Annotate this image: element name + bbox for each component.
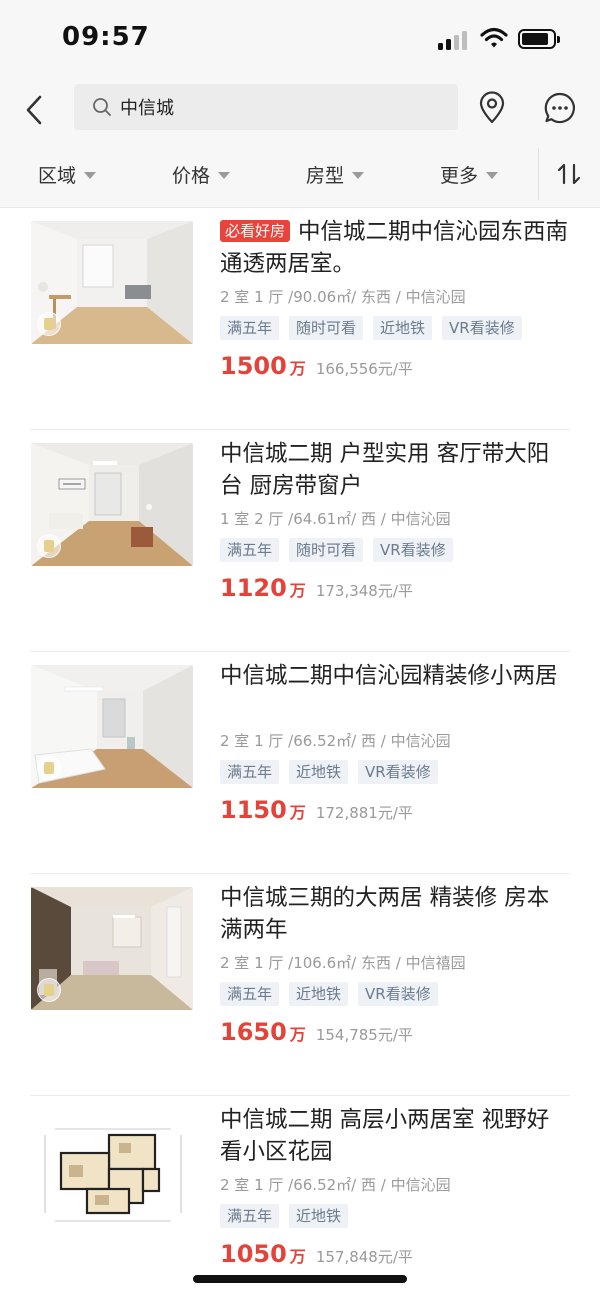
listing-tags: 满五年 随时可看 VR看装修 bbox=[220, 538, 453, 562]
listing-title: 中信城二期 高层小两居室 视野好 看小区花园 bbox=[220, 1107, 550, 1165]
listing-info: 2 室 1 厅 /66.52㎡/ 西 / 中信沁园 bbox=[220, 1176, 451, 1194]
filter-area[interactable]: 区域 bbox=[38, 140, 97, 208]
sort-button[interactable] bbox=[552, 156, 586, 192]
listing-info: 1 室 2 厅 /64.61㎡/ 西 / 中信沁园 bbox=[220, 510, 451, 528]
listing-photo bbox=[31, 887, 193, 1010]
filter-price[interactable]: 价格 bbox=[172, 140, 231, 208]
filter-label: 更多 bbox=[440, 164, 479, 187]
location-button[interactable] bbox=[476, 90, 508, 126]
chevron-left-icon bbox=[26, 95, 42, 125]
listing-tag: 近地铁 bbox=[373, 316, 433, 340]
filter-label: 价格 bbox=[172, 164, 211, 187]
filter-layout[interactable]: 房型 bbox=[306, 140, 365, 208]
listing-photo bbox=[31, 443, 193, 566]
status-bar: 09:57 bbox=[0, 0, 600, 80]
wifi-icon bbox=[480, 27, 508, 53]
price-unit: 万 bbox=[289, 359, 306, 378]
listing-tags: 满五年 近地铁 VR看装修 bbox=[220, 982, 438, 1006]
total-price: 1500 bbox=[220, 352, 287, 380]
listing-tag: VR看装修 bbox=[358, 982, 438, 1006]
back-button[interactable] bbox=[18, 90, 50, 130]
caret-down-icon bbox=[84, 171, 97, 179]
filter-label: 房型 bbox=[306, 164, 345, 187]
listing-tags: 满五年 近地铁 VR看装修 bbox=[220, 760, 438, 784]
listing-title: 中信城二期 户型实用 客厅带大阳台 厨房带窗户 bbox=[220, 441, 550, 499]
listing-tag: 满五年 bbox=[220, 760, 280, 784]
unit-price: 166,556元/平 bbox=[315, 360, 413, 378]
sort-updown-icon bbox=[557, 163, 581, 185]
price-row: 1650 万 154,785元/平 bbox=[220, 1018, 413, 1046]
caret-down-icon bbox=[218, 171, 231, 179]
map-pin-icon bbox=[479, 91, 505, 124]
search-input[interactable]: 中信城 bbox=[74, 84, 458, 130]
listing-tag: VR看装修 bbox=[442, 316, 522, 340]
listing-info: 2 室 1 厅 /90.06㎡/ 东西 / 中信沁园 bbox=[220, 288, 466, 306]
caret-down-icon bbox=[486, 171, 499, 179]
listing-photo bbox=[31, 665, 193, 788]
listing-tag: 满五年 bbox=[220, 316, 280, 340]
cellular-signal-icon bbox=[438, 30, 470, 50]
price-row: 1120 万 173,348元/平 bbox=[220, 574, 413, 602]
listing-item[interactable]: 中信城二期 高层小两居室 视野好 看小区花园 2 室 1 厅 /66.52㎡/ … bbox=[0, 1096, 600, 1298]
chat-bubble-icon bbox=[544, 92, 575, 124]
listing-tag: 随时可看 bbox=[289, 316, 364, 340]
vr-icon bbox=[37, 978, 61, 1002]
listing-tags: 满五年 随时可看 近地铁 VR看装修 bbox=[220, 316, 522, 340]
price-unit: 万 bbox=[289, 581, 306, 600]
listing-tag: 满五年 bbox=[220, 1204, 280, 1228]
total-price: 1050 bbox=[220, 1240, 287, 1268]
vr-icon bbox=[37, 312, 61, 336]
floor-plan-photo bbox=[31, 1109, 193, 1232]
listing-tag: 近地铁 bbox=[289, 982, 349, 1006]
listing-item[interactable]: 中信城三期的大两居 精装修 房本满两年 2 室 1 厅 /106.6㎡/ 东西 … bbox=[0, 874, 600, 1096]
listing-item[interactable]: 中信城二期 户型实用 客厅带大阳台 厨房带窗户 1 室 2 厅 /64.61㎡/… bbox=[0, 430, 600, 652]
listing-photo bbox=[31, 221, 193, 344]
listing-tags: 满五年 近地铁 bbox=[220, 1204, 349, 1228]
price-unit: 万 bbox=[289, 1247, 306, 1266]
home-indicator[interactable] bbox=[193, 1275, 407, 1283]
filter-bar: 区域 价格 房型 更多 bbox=[0, 140, 600, 208]
listing-tag: 近地铁 bbox=[289, 1204, 349, 1228]
status-time: 09:57 bbox=[62, 22, 150, 52]
filter-more[interactable]: 更多 bbox=[440, 140, 499, 208]
total-price: 1150 bbox=[220, 796, 287, 824]
nav-bar: 中信城 bbox=[0, 80, 600, 140]
caret-down-icon bbox=[352, 171, 365, 179]
search-icon bbox=[92, 96, 114, 118]
unit-price: 157,848元/平 bbox=[315, 1248, 413, 1266]
listing-list: 必看好房 中信城二期中信沁园东西南通透两居室。 2 室 1 厅 /90.06㎡/ … bbox=[0, 208, 600, 1298]
divider bbox=[538, 148, 539, 200]
price-row: 1500 万 166,556元/平 bbox=[220, 352, 413, 380]
listing-tag: 满五年 bbox=[220, 982, 280, 1006]
listing-info: 2 室 1 厅 /106.6㎡/ 东西 / 中信禧园 bbox=[220, 954, 466, 972]
listing-tag: VR看装修 bbox=[373, 538, 453, 562]
price-row: 1150 万 172,881元/平 bbox=[220, 796, 413, 824]
listing-tag: 满五年 bbox=[220, 538, 280, 562]
search-query: 中信城 bbox=[120, 98, 174, 119]
price-row: 1050 万 157,848元/平 bbox=[220, 1240, 413, 1268]
price-unit: 万 bbox=[289, 1025, 306, 1044]
vr-icon bbox=[37, 756, 61, 780]
battery-icon bbox=[518, 29, 560, 49]
vr-icon bbox=[37, 534, 61, 558]
listing-item[interactable]: 必看好房 中信城二期中信沁园东西南通透两居室。 2 室 1 厅 /90.06㎡/ … bbox=[0, 208, 600, 430]
listing-tag: VR看装修 bbox=[358, 760, 438, 784]
listing-title: 必看好房 中信城二期中信沁园东西南通透两居室。 bbox=[220, 216, 570, 280]
total-price: 1120 bbox=[220, 574, 287, 602]
listing-item[interactable]: 中信城二期中信沁园精装修小两居 2 室 1 厅 /66.52㎡/ 西 / 中信沁… bbox=[0, 652, 600, 874]
listing-info: 2 室 1 厅 /66.52㎡/ 西 / 中信沁园 bbox=[220, 732, 451, 750]
listing-tag: 随时可看 bbox=[289, 538, 364, 562]
unit-price: 154,785元/平 bbox=[315, 1026, 413, 1044]
total-price: 1650 bbox=[220, 1018, 287, 1046]
unit-price: 172,881元/平 bbox=[315, 804, 413, 822]
message-button[interactable] bbox=[542, 90, 578, 126]
listing-title: 中信城二期中信沁园精装修小两居 bbox=[220, 663, 558, 689]
must-see-badge: 必看好房 bbox=[220, 220, 291, 242]
listing-title: 中信城三期的大两居 精装修 房本满两年 bbox=[220, 885, 550, 943]
price-unit: 万 bbox=[289, 803, 306, 822]
filter-label: 区域 bbox=[38, 164, 77, 187]
listing-tag: 近地铁 bbox=[289, 760, 349, 784]
unit-price: 173,348元/平 bbox=[315, 582, 413, 600]
